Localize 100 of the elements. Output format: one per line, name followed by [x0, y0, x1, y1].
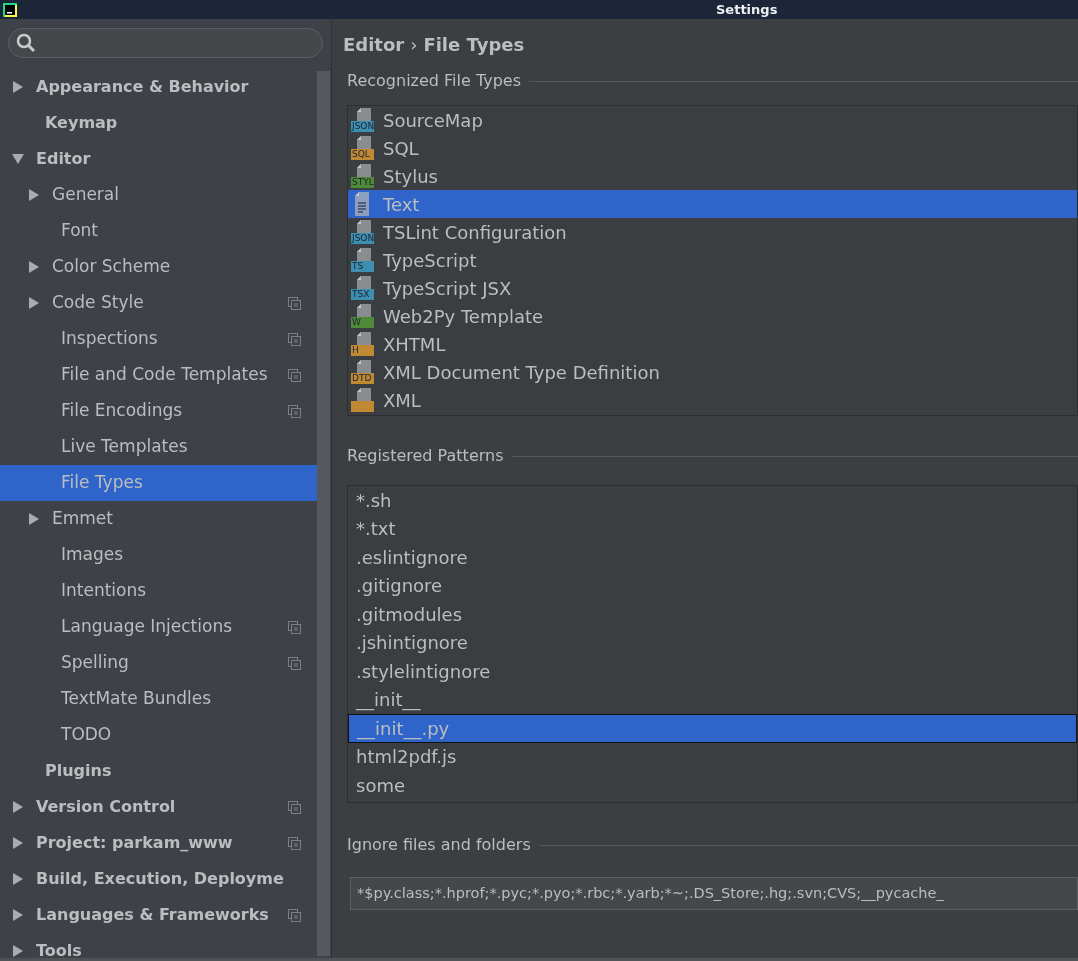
copy-icon: [288, 332, 301, 346]
pattern-item[interactable]: .jshintignore: [348, 628, 1077, 657]
tree-item[interactable]: Live Templates: [0, 429, 317, 465]
collapsed-arrow-icon[interactable]: [12, 81, 24, 93]
tree-item[interactable]: TODO: [0, 717, 317, 753]
tree-item[interactable]: Emmet: [0, 501, 317, 537]
file-type-item[interactable]: STYL Stylus: [348, 162, 1077, 190]
pattern-item[interactable]: .gitmodules: [348, 600, 1077, 629]
pattern-item[interactable]: some: [348, 771, 1077, 800]
file-badge: DTD: [351, 373, 374, 384]
tree-item[interactable]: Appearance & Behavior: [0, 69, 317, 105]
tree-item[interactable]: Editor: [0, 141, 317, 177]
pattern-item[interactable]: .gitignore: [348, 571, 1077, 600]
file-type-item[interactable]: H XHTML: [348, 330, 1077, 358]
section-title: Recognized File Types: [347, 70, 521, 92]
pattern-text: __init__.py: [357, 716, 450, 742]
tree-item[interactable]: Keymap: [0, 105, 317, 141]
tree-item[interactable]: Project: parkam_www: [0, 825, 317, 861]
collapsed-arrow-icon[interactable]: [28, 297, 40, 309]
file-type-name: Web2Py Template: [383, 304, 544, 329]
file-type-item[interactable]: JSON TSLint Configuration: [348, 218, 1077, 246]
file-type-item[interactable]: TSX TypeScript JSX: [348, 274, 1077, 302]
collapsed-arrow-icon[interactable]: [12, 909, 24, 921]
tree-label: Emmet: [52, 507, 114, 531]
file-type-item[interactable]: SQL SQL: [348, 134, 1077, 162]
file-type-item[interactable]: TS TypeScript: [348, 246, 1077, 274]
file-type-item[interactable]: Text: [348, 190, 1077, 218]
copy-icon: [288, 368, 301, 382]
collapsed-arrow-icon[interactable]: [28, 261, 40, 273]
tree-label: Code Style: [52, 291, 145, 315]
collapsed-arrow-icon[interactable]: [12, 873, 24, 885]
copy-icon: [288, 296, 301, 310]
pattern-item[interactable]: __init__: [348, 685, 1077, 714]
tree-label: Spelling: [61, 651, 130, 675]
tree-item[interactable]: Spelling: [0, 645, 317, 681]
collapsed-arrow-icon[interactable]: [12, 837, 24, 849]
tree-item[interactable]: Tools: [0, 933, 317, 958]
tree-label: Project: parkam_www: [36, 832, 234, 854]
file-type-item[interactable]: JSON SourceMap: [348, 106, 1077, 134]
pattern-item[interactable]: .eslintignore: [348, 543, 1077, 572]
tree-item[interactable]: Images: [0, 537, 317, 573]
copy-icon: [288, 800, 301, 814]
breadcrumb-separator: ›: [410, 32, 418, 57]
breadcrumb-item: Editor: [343, 32, 405, 57]
collapsed-arrow-icon[interactable]: [12, 945, 24, 957]
file-icon: [354, 275, 372, 289]
tree-item[interactable]: Build, Execution, Deployme: [0, 861, 317, 897]
tree-item[interactable]: Language Injections: [0, 609, 317, 645]
collapsed-arrow-icon[interactable]: [28, 189, 40, 201]
file-type-item[interactable]: W Web2Py Template: [348, 302, 1077, 330]
file-type-name: SQL: [383, 136, 419, 161]
window-title: Settings: [716, 0, 778, 19]
file-icon: [354, 247, 372, 261]
file-type-name: XHTML: [383, 332, 446, 357]
search-field[interactable]: [8, 28, 323, 58]
tree-item[interactable]: Inspections: [0, 321, 317, 357]
tree-item[interactable]: Color Scheme: [0, 249, 317, 285]
tree-label: General: [52, 183, 120, 207]
tree-item[interactable]: Code Style: [0, 285, 317, 321]
app-logo-icon: [2, 1, 18, 18]
tree-item[interactable]: TextMate Bundles: [0, 681, 317, 717]
collapsed-arrow-icon[interactable]: [12, 801, 24, 813]
tree-item[interactable]: General: [0, 177, 317, 213]
file-type-name: TypeScript: [383, 248, 477, 273]
tree-item[interactable]: Plugins: [0, 753, 317, 789]
collapsed-arrow-icon[interactable]: [28, 513, 40, 525]
tree-label: File Encodings: [61, 399, 184, 423]
tree-item[interactable]: File Types: [0, 465, 317, 501]
file-badge: W: [351, 317, 374, 328]
scrollbar[interactable]: [317, 71, 330, 956]
pattern-text: html2pdf.js: [356, 745, 457, 770]
tree-item[interactable]: Font: [0, 213, 317, 249]
pattern-item[interactable]: __init__.py: [348, 714, 1077, 743]
pattern-item[interactable]: html2pdf.js: [348, 742, 1077, 771]
section-title: Registered Patterns: [347, 445, 504, 467]
file-type-name: SourceMap: [383, 108, 483, 133]
file-icon: [354, 331, 372, 345]
file-badge: TS: [351, 261, 374, 272]
tree-item[interactable]: File and Code Templates: [0, 357, 317, 393]
ignore-field[interactable]: *$py.class;*.hprof;*.pyc;*.pyo;*.rbc;*.yarb;*~;.DS_Store;.hg;.svn;CVS;__pycache_: [350, 877, 1078, 910]
tree-label: TextMate Bundles: [61, 687, 213, 711]
tree-label: Language Injections: [61, 615, 234, 639]
section-title: Ignore files and folders: [347, 834, 531, 856]
copy-icon: [288, 656, 301, 670]
pattern-item[interactable]: *.sh: [348, 486, 1077, 515]
expanded-arrow-icon[interactable]: [12, 153, 24, 165]
breadcrumb-item: File Types: [423, 32, 525, 57]
tree-label: Font: [61, 219, 99, 243]
file-icon: [354, 359, 372, 373]
file-type-item[interactable]: XML: [348, 386, 1077, 414]
tree-item[interactable]: File Encodings: [0, 393, 317, 429]
file-type-item[interactable]: DTD XML Document Type Definition: [348, 358, 1077, 386]
tree-item[interactable]: Intentions: [0, 573, 317, 609]
tree-item[interactable]: Languages & Frameworks: [0, 897, 317, 933]
tree-label: Languages & Frameworks: [36, 904, 270, 926]
file-icon: [354, 387, 372, 401]
pattern-item[interactable]: .stylelintignore: [348, 657, 1077, 686]
pattern-item[interactable]: *.txt: [348, 514, 1077, 543]
file-type-name: TypeScript JSX: [383, 276, 512, 301]
tree-item[interactable]: Version Control: [0, 789, 317, 825]
